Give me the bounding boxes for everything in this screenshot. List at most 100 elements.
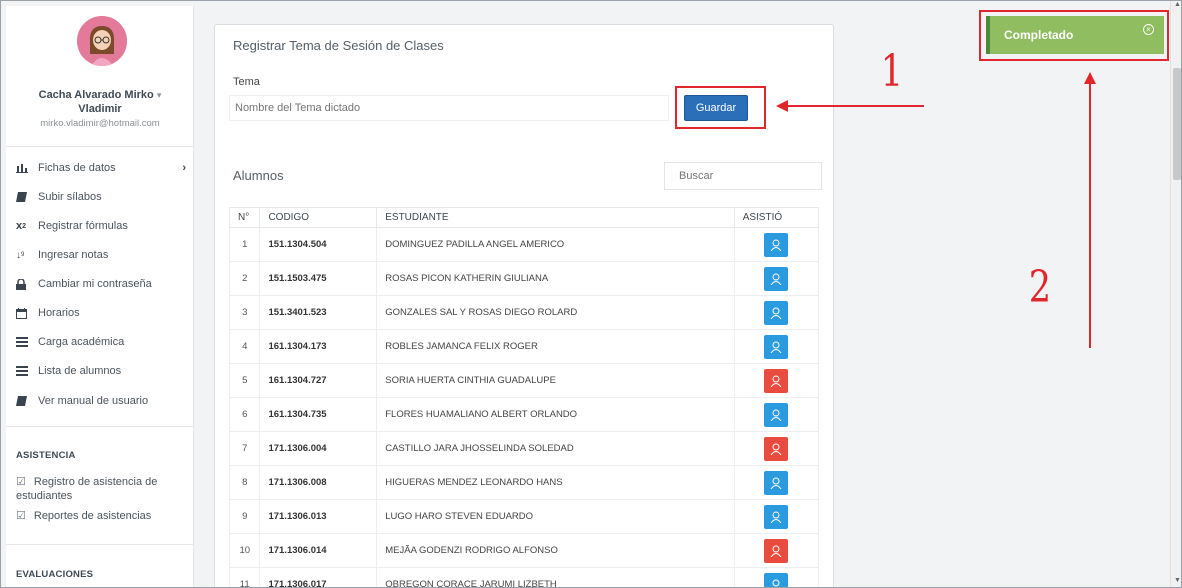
row-number: 4 [228,329,261,364]
student-name: GONZALES SAL Y ROSAS DIEGO ROLARD [376,295,735,330]
row-number: 7 [228,431,261,466]
tema-input[interactable] [229,95,669,121]
student-code: 151.3401.523 [259,295,378,330]
student-name: LUGO HARO STEVEN EDUARDO [376,499,735,534]
student-code: 151.1503.475 [259,261,378,296]
list-icon [16,366,38,376]
card-title: Registrar Tema de Sesión de Clases [233,38,444,53]
sidebar: Cacha Alvarado Mirko ▾ Vladimir mirko.vl… [6,6,194,588]
student-name: DOMINGUEZ PADILLA ANGEL AMERICO [376,227,735,262]
table-row: 2 151.1503.475 ROSAS PICON KATHERIN GIULIA… [228,261,820,296]
attendance-cell [733,227,820,262]
user-icon [770,545,782,557]
menu-item-ver-manual[interactable]: Ver manual de usuario [16,391,186,411]
attendance-toggle-button[interactable] [764,504,789,529]
divider [6,146,193,147]
menu-item-reportes-asistencias[interactable]: ☑ Reportes de asistencias [16,509,188,523]
menu-item-label: Subir sílabos [38,191,102,203]
student-code: 161.1304.735 [259,397,378,432]
student-code: 161.1304.727 [259,363,378,398]
user-icon [770,307,782,319]
menu-item-subir-silabos[interactable]: Subir sílabos [16,187,186,207]
user-icon [770,341,782,353]
attendance-toggle-button[interactable] [764,266,789,291]
table-row: 11 171.1306.017 OBREGON CORACE JARUMI LIZB… [228,567,820,588]
attendance-toggle-button[interactable] [764,436,789,461]
user-icon [770,511,782,523]
attendance-cell [733,465,820,500]
column-header-number: N° [228,207,261,228]
toast-title: Completado [1004,28,1074,42]
row-number: 2 [228,261,261,296]
student-code: 171.1306.008 [259,465,378,500]
attendance-cell [733,533,820,568]
student-name: HIGUERAS MENDEZ LEONARDO HANS [376,465,735,500]
table-row: 5 161.1304.727 SORIA HUERTA CINTHIA GUADAL… [228,363,820,398]
attendance-cell [733,397,820,432]
section-title-asistencia: ASISTENCIA [16,450,76,461]
menu-item-registro-asistencia[interactable]: ☑ Registro de asistencia de estudiantes [16,475,188,503]
table-header-row: N° CODIGO ESTUDIANTE ASISTIÓ [228,207,820,228]
student-code: 151.1304.504 [259,227,378,262]
close-icon[interactable]: × [1143,24,1154,35]
user-icon [770,273,782,285]
user-icon [770,443,782,455]
annotation-label-2: 2 [1028,262,1052,313]
menu-item-carga-academica[interactable]: Carga académica [16,332,186,352]
attendance-toggle-button[interactable] [764,334,789,359]
divider [6,426,193,427]
attendance-toggle-button[interactable] [764,572,789,588]
menu-item-label: Carga académica [38,336,125,348]
lock-icon [16,278,38,290]
user-name[interactable]: Cacha Alvarado Mirko ▾ Vladimir [14,88,186,116]
avatar[interactable] [77,16,127,66]
table-body: 1 151.1304.504 DOMINGUEZ PADILLA ANGEL AME… [228,227,820,588]
row-number: 3 [228,295,261,330]
chevron-down-icon[interactable]: ▾ [157,90,162,100]
scrollbar-thumb[interactable] [1173,68,1181,180]
checkbox-icon: ☑ [16,510,26,522]
search-input[interactable] [664,162,822,190]
table-row: 3 151.3401.523 GONZALES SAL Y ROSAS DIEGO … [228,295,820,330]
table-row: 8 171.1306.008 HIGUERAS MENDEZ LEONARDO HA… [228,465,820,500]
annotation-label-1: 1 [880,46,904,97]
vertical-scrollbar[interactable]: ▲ ▼ [1170,0,1182,588]
attendance-toggle-button[interactable] [764,232,789,257]
list-icon [16,337,38,347]
user-email: mirko.vladimir@hotmail.com [40,118,160,129]
menu-item-lista-de-alumnos[interactable]: Lista de alumnos [16,361,186,381]
attendance-toggle-button[interactable] [764,300,789,325]
tema-label: Tema [233,76,260,88]
student-code: 171.1306.004 [259,431,378,466]
student-name: MEJÃ­A GODENZI RODRIGO ALFONSO [376,533,735,568]
column-header-attended: ASISTIÓ [733,207,820,228]
table-row: 6 161.1304.735 FLORES HUAMALIANO ALBERT OR… [228,397,820,432]
success-toast: Completado × [986,16,1164,54]
attendance-toggle-button[interactable] [764,402,789,427]
student-name: SORIA HUERTA CINTHIA GUADALUPE [376,363,735,398]
student-name: OBREGON CORACE JARUMI LIZBETH [376,567,735,588]
student-name: ROBLES JAMANCA FELIX ROGER [376,329,735,364]
scroll-down-icon[interactable]: ▼ [1174,577,1181,584]
calendar-icon [16,307,38,319]
section-title-evaluaciones: EVALUACIONES [16,569,94,580]
alumnos-title: Alumnos [233,168,284,183]
menu-item-horarios[interactable]: Horarios [16,303,186,323]
menu-item-label: Registrar fórmulas [38,220,128,232]
attendance-toggle-button[interactable] [764,538,789,563]
user-icon [770,375,782,387]
user-icon [770,239,782,251]
menu-item-registrar-formulas[interactable]: x2 Registrar fórmulas [16,216,186,236]
menu-item-cambiar-contrasena[interactable]: Cambiar mi contraseña [16,274,186,294]
row-number: 6 [228,397,261,432]
table-row: 7 171.1306.004 CASTILLO JARA JHOSSELINDA S… [228,431,820,466]
book-icon [16,396,38,406]
menu-item-ingresar-notas[interactable]: ↓ 9 Ingresar notas [16,245,186,265]
menu-item-fichas-de-datos[interactable]: Fichas de datos › [16,158,186,178]
column-header-student: ESTUDIANTE [376,207,735,228]
attendance-toggle-button[interactable] [764,368,789,393]
chevron-right-icon: › [182,162,186,174]
menu-item-label: Lista de alumnos [38,365,122,377]
attendance-toggle-button[interactable] [764,470,789,495]
scroll-up-icon[interactable]: ▲ [1174,1,1181,8]
